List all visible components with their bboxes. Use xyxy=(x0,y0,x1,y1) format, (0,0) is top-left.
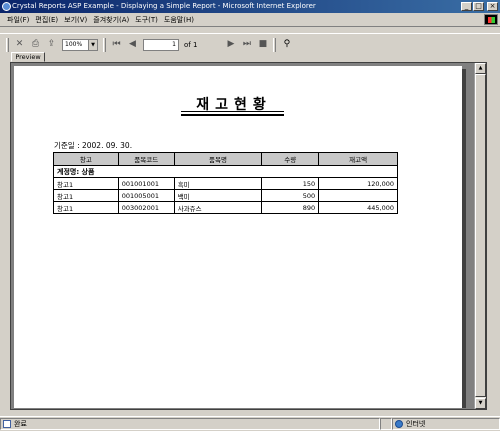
column-header: 재고액 xyxy=(318,152,398,166)
windows-logo-icon xyxy=(484,14,498,25)
amount-cell: 120,000 xyxy=(318,177,398,190)
ie-icon xyxy=(2,2,11,11)
status-text: 완료 xyxy=(14,420,27,428)
menu-favorites[interactable]: 즐겨찾기(A) xyxy=(90,14,132,26)
warehouse-cell: 창고1 xyxy=(53,189,119,202)
menu-tools[interactable]: 도구(T) xyxy=(132,14,161,26)
inventory-table: 창고 품목코드 품목명 수량 재고액 계정명: 상품 창고1 001001001… xyxy=(53,152,398,214)
report-viewer: 재고현황 기준일 : 2002. 09. 30. 창고 품목코드 품목명 수량 … xyxy=(10,62,487,410)
warehouse-cell: 창고1 xyxy=(53,201,119,214)
window-title: Crystal Reports ASP Example - Displaying… xyxy=(12,2,316,10)
tab-preview[interactable]: Preview xyxy=(11,52,45,62)
search-binoculars-icon[interactable]: ⚲ xyxy=(281,39,292,50)
qty-cell: 150 xyxy=(261,177,320,190)
menu-view[interactable]: 보기(V) xyxy=(61,14,90,26)
window-controls: _ □ × xyxy=(461,2,498,11)
stop-icon[interactable]: ■ xyxy=(257,39,268,50)
title-underline-thick xyxy=(181,114,284,116)
column-header: 품목코드 xyxy=(117,152,175,166)
minimize-button[interactable]: _ xyxy=(461,2,472,11)
maximize-button[interactable]: □ xyxy=(473,2,484,11)
status-zone: 인터넷 xyxy=(392,418,500,430)
close-view-icon[interactable]: ✕ xyxy=(14,39,25,50)
title-underline xyxy=(181,111,284,112)
zone-text: 인터넷 xyxy=(406,420,426,428)
zoom-value: 100% xyxy=(65,40,83,48)
export-icon[interactable]: ⇪ xyxy=(46,39,57,50)
code-cell: 001001001 xyxy=(117,177,175,190)
page-shadow xyxy=(462,69,466,408)
scroll-up-button[interactable]: ▲ xyxy=(475,63,486,74)
toolbar-separator xyxy=(273,37,277,52)
menu-bar: 파일(F) 편집(E) 보기(V) 즐겨찾기(A) 도구(T) 도움말(H) xyxy=(0,13,500,27)
report-page: 재고현황 기준일 : 2002. 09. 30. 창고 품목코드 품목명 수량 … xyxy=(14,66,462,408)
last-page-icon[interactable]: ⏭ xyxy=(241,39,252,50)
column-header: 창고 xyxy=(53,152,119,166)
status-pane xyxy=(380,418,392,430)
amount-cell: 445,000 xyxy=(318,201,398,214)
table-row: 창고1 001005001 백미 500 xyxy=(53,189,398,202)
scroll-down-button[interactable]: ▼ xyxy=(475,398,486,409)
amount-cell xyxy=(318,189,398,202)
page-number-input[interactable]: 1 xyxy=(143,38,179,51)
table-row: 창고1 001001001 흑미 150 120,000 xyxy=(53,177,398,190)
page-total-label: of 1 xyxy=(184,40,198,49)
scroll-thumb[interactable] xyxy=(475,74,486,397)
base-date: 기준일 : 2002. 09. 30. xyxy=(54,141,133,150)
menu-edit[interactable]: 편집(E) xyxy=(32,14,61,26)
chevron-down-icon: ▼ xyxy=(88,39,97,50)
code-cell: 001005001 xyxy=(117,189,175,202)
code-cell: 003002001 xyxy=(117,201,175,214)
table-header-row: 창고 품목코드 품목명 수량 재고액 xyxy=(53,152,398,166)
group-row: 계정명: 상품 xyxy=(53,165,398,178)
print-icon[interactable]: ⎙ xyxy=(30,39,41,50)
group-label: 계정명: 상품 xyxy=(53,165,398,178)
title-bar: Crystal Reports ASP Example - Displaying… xyxy=(0,0,500,13)
name-cell: 사과쥬스 xyxy=(173,201,263,214)
status-bar: 완료 인터넷 xyxy=(0,416,500,431)
status-main: 완료 xyxy=(0,418,380,430)
column-header: 품목명 xyxy=(173,152,263,166)
page-done-icon xyxy=(3,420,11,428)
close-button[interactable]: × xyxy=(487,2,498,11)
column-header: 수량 xyxy=(261,152,320,166)
qty-cell: 500 xyxy=(261,189,320,202)
first-page-icon[interactable]: ⏮ xyxy=(111,39,122,50)
globe-icon xyxy=(395,420,403,428)
next-page-icon[interactable]: ▶ xyxy=(225,39,236,50)
toolbar-separator xyxy=(103,37,106,52)
menu-help[interactable]: 도움말(H) xyxy=(161,14,197,26)
name-cell: 백미 xyxy=(173,189,263,202)
tab-strip: Preview xyxy=(0,52,500,62)
vertical-scrollbar[interactable]: ▲ ▼ xyxy=(474,63,486,409)
table-row: 창고1 003002001 사과쥬스 890 445,000 xyxy=(53,201,398,214)
name-cell: 흑미 xyxy=(173,177,263,190)
zoom-select[interactable]: 100% ▼ xyxy=(62,38,98,51)
warehouse-cell: 창고1 xyxy=(53,177,119,190)
toolbar-grip xyxy=(6,37,9,52)
qty-cell: 890 xyxy=(261,201,320,214)
prev-page-icon[interactable]: ◀ xyxy=(127,39,138,50)
menu-file[interactable]: 파일(F) xyxy=(4,14,32,26)
